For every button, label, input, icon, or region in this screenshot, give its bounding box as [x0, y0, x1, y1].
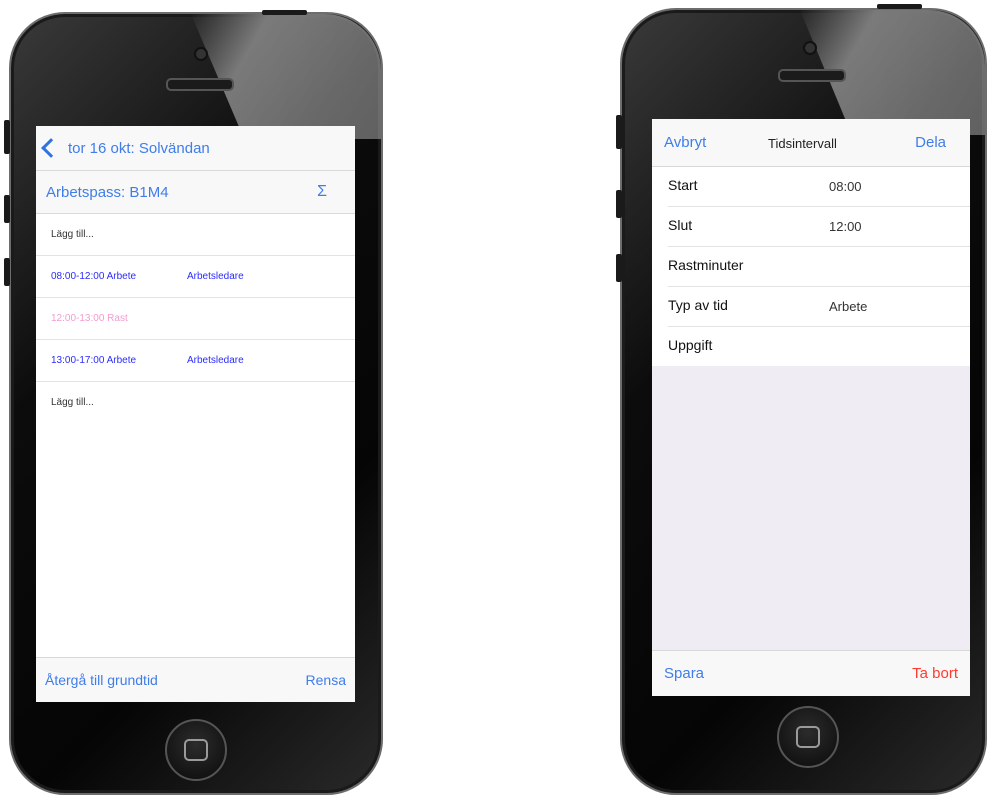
- interval-role: Arbetsledare: [187, 355, 244, 366]
- field-value[interactable]: Arbete: [829, 299, 867, 314]
- volume-up-button: [4, 195, 10, 223]
- interval-list: Lägg till... 08:00-12:00 Arbete Arbetsle…: [36, 214, 355, 423]
- list-item-interval[interactable]: 08:00-12:00 Arbete Arbetsledare: [36, 256, 355, 298]
- volume-up-button: [616, 190, 622, 218]
- field-break-minutes[interactable]: Rastminuter: [668, 247, 970, 287]
- volume-down-button: [616, 254, 622, 282]
- back-chevron-icon[interactable]: [41, 138, 61, 158]
- field-value[interactable]: 08:00: [829, 179, 862, 194]
- field-label: Typ av tid: [668, 297, 728, 313]
- interval-role: Arbetsledare: [187, 271, 244, 282]
- interval-time: 13:00-17:00 Arbete: [51, 355, 137, 366]
- modal-title: Tidsintervall: [768, 136, 837, 151]
- screen-right: Avbryt Tidsintervall Dela Start 08:00 Sl…: [652, 119, 970, 696]
- save-button[interactable]: Spara: [664, 665, 704, 682]
- home-button-icon: [796, 726, 820, 748]
- field-time-type[interactable]: Typ av tid Arbete: [668, 287, 970, 327]
- list-item-add[interactable]: Lägg till...: [36, 382, 355, 423]
- delete-button[interactable]: Ta bort: [912, 665, 958, 682]
- list-item-interval[interactable]: 13:00-17:00 Arbete Arbetsledare: [36, 340, 355, 382]
- navigation-bar: tor 16 okt: Solvändan: [36, 126, 355, 171]
- speaker-icon: [778, 69, 846, 82]
- field-label: Rastminuter: [668, 257, 744, 273]
- add-label: Lägg till...: [51, 229, 94, 240]
- cancel-button[interactable]: Avbryt: [664, 134, 706, 151]
- list-item-interval[interactable]: 12:00-13:00 Rast: [36, 298, 355, 340]
- home-button-icon: [184, 739, 208, 761]
- field-end[interactable]: Slut 12:00: [668, 207, 970, 247]
- camera-icon: [194, 47, 208, 61]
- interval-time: 12:00-13:00 Rast: [51, 313, 128, 324]
- interval-form: Start 08:00 Slut 12:00 Rastminuter Typ a…: [652, 167, 970, 366]
- speaker-icon: [166, 78, 234, 91]
- field-label: Slut: [668, 217, 693, 233]
- field-start[interactable]: Start 08:00: [668, 167, 970, 207]
- clear-button[interactable]: Rensa: [306, 672, 346, 688]
- back-button-label[interactable]: tor 16 okt: Solvändan: [68, 140, 210, 157]
- revert-button[interactable]: Återgå till grundtid: [45, 672, 158, 688]
- home-button[interactable]: [777, 706, 839, 768]
- shift-title: Arbetspass: B1M4: [46, 183, 169, 201]
- mute-switch: [616, 115, 622, 149]
- modal-navigation-bar: Avbryt Tidsintervall Dela: [652, 119, 970, 167]
- power-button: [262, 10, 307, 15]
- field-value[interactable]: 12:00: [829, 219, 862, 234]
- screen-left: tor 16 okt: Solvändan Arbetspass: B1M4 Σ…: [36, 126, 355, 702]
- mute-switch: [4, 120, 10, 154]
- home-button[interactable]: [165, 719, 227, 781]
- field-label: Start: [668, 177, 698, 193]
- shift-header: Arbetspass: B1M4 Σ: [36, 171, 355, 214]
- screen-glare: [191, 14, 381, 139]
- field-label: Uppgift: [668, 337, 713, 353]
- camera-icon: [803, 41, 817, 55]
- sigma-icon[interactable]: Σ: [317, 183, 327, 201]
- share-button[interactable]: Dela: [915, 134, 946, 151]
- add-label: Lägg till...: [51, 397, 94, 408]
- field-task[interactable]: Uppgift: [668, 327, 970, 366]
- list-item-add[interactable]: Lägg till...: [36, 214, 355, 256]
- power-button: [877, 4, 922, 9]
- bottom-toolbar: Återgå till grundtid Rensa: [36, 657, 355, 702]
- volume-down-button: [4, 258, 10, 286]
- bottom-toolbar: Spara Ta bort: [652, 650, 970, 696]
- interval-time: 08:00-12:00 Arbete: [51, 271, 137, 282]
